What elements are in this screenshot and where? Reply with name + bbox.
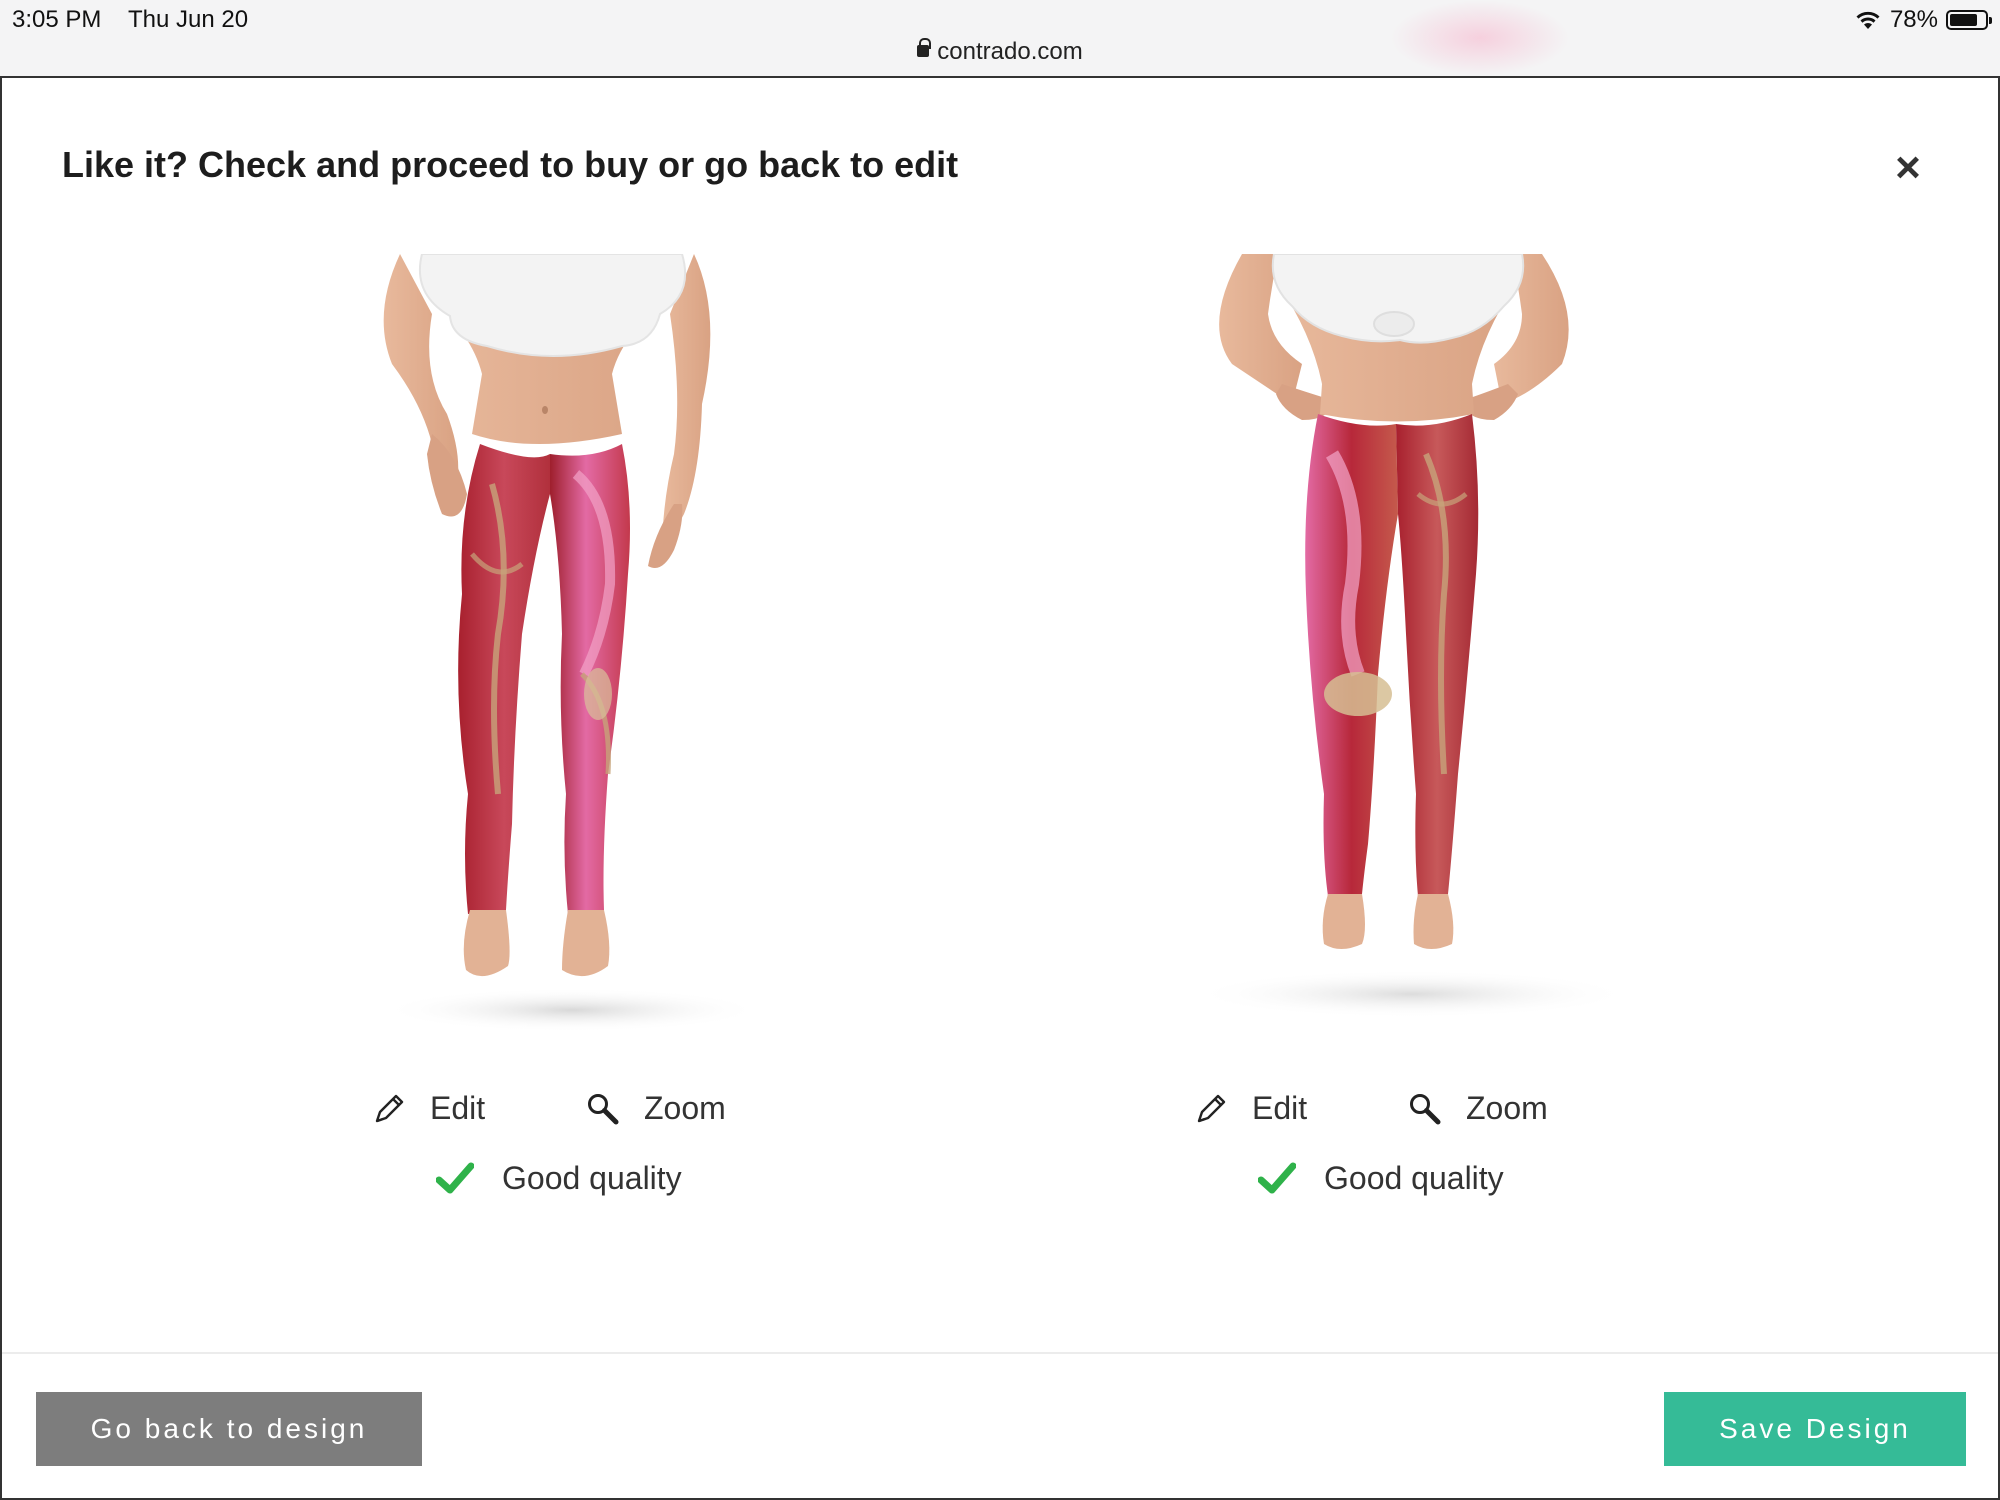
back-edit-button[interactable]: Edit [1194, 1090, 1307, 1127]
battery-percent: 78% [1889, 6, 1938, 33]
status-date: Thu Jun 20 [128, 6, 249, 33]
modal-title: Like it? Check and proceed to buy or go … [62, 144, 959, 185]
go-back-to-design-button[interactable]: Go back to design [36, 1392, 422, 1466]
front-quality-label: Good quality [502, 1160, 682, 1196]
front-actions: Edit Zoom Good quality [372, 1080, 792, 1220]
battery-level [1950, 14, 1977, 26]
front-edit-button[interactable]: Edit [372, 1090, 485, 1127]
pencil-icon [1197, 1094, 1226, 1122]
back-actions: Edit Zoom Good quality [1194, 1080, 1614, 1220]
back-edit-label: Edit [1252, 1090, 1308, 1126]
check-icon [436, 1162, 474, 1193]
url-text: contrado.com [937, 38, 1083, 65]
pencil-icon [375, 1094, 404, 1122]
back-zoom-button[interactable]: Zoom [1408, 1090, 1548, 1127]
footer-divider [2, 1352, 1998, 1354]
back-zoom-label: Zoom [1466, 1090, 1548, 1126]
leggings-front-image [322, 254, 922, 1054]
leggings-back-image [1182, 254, 1782, 1054]
front-quality-status: Good quality [436, 1160, 682, 1197]
magnifier-icon [1410, 1093, 1441, 1124]
address-bar[interactable]: contrado.com [0, 38, 2000, 66]
front-zoom-label: Zoom [644, 1090, 726, 1126]
status-time: 3:05 PM [12, 6, 102, 33]
front-edit-label: Edit [430, 1090, 486, 1126]
preview-modal: Like it? Check and proceed to buy or go … [0, 76, 2000, 1500]
status-bar: 3:05 PM Thu Jun 20 contrado.com 78% [0, 0, 2000, 76]
check-icon [1258, 1162, 1296, 1193]
save-design-button[interactable]: Save Design [1664, 1392, 1966, 1466]
status-right: 78% [1854, 6, 1992, 34]
front-zoom-button[interactable]: Zoom [586, 1090, 726, 1127]
back-quality-status: Good quality [1258, 1160, 1504, 1197]
magnifier-icon [588, 1093, 619, 1124]
close-icon[interactable]: × [1890, 146, 1926, 190]
wifi-icon [1856, 11, 1880, 29]
lock-icon [917, 38, 932, 57]
battery-icon [1946, 10, 1992, 30]
back-quality-label: Good quality [1324, 1160, 1504, 1196]
